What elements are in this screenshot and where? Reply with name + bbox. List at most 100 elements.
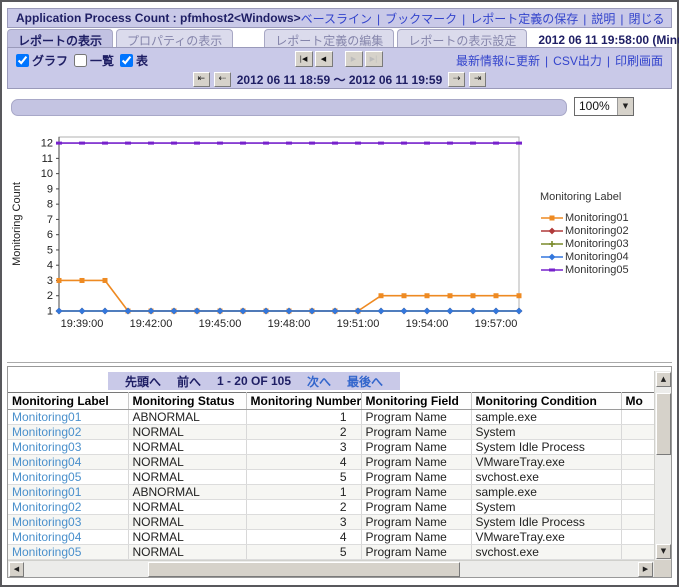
legend-item-Monitoring01: Monitoring01 [540,211,656,224]
link-separator: | [545,54,548,68]
toolbar-links: 最新情報に更新|CSV出力|印刷画面 [456,52,663,69]
link-separator: | [462,12,465,26]
monitoring-label-link[interactable]: Monitoring05 [8,470,128,485]
toolbar-link-1[interactable]: 最新情報に更新 [456,54,540,68]
table-region: 先頭へ 前へ 1 - 20 OF 105 次へ 最後へ Monitoring L… [7,366,672,578]
monitoring-label-link[interactable]: Monitoring05 [8,545,128,560]
monitoring-label-link[interactable]: Monitoring03 [8,515,128,530]
tab-1[interactable]: レポートの表示 [7,29,113,47]
monitoring-label-link[interactable]: Monitoring01 [8,485,128,500]
header-link-1[interactable]: ベースライン [301,12,372,26]
zoom-level-select[interactable]: 100% ▼ [574,97,634,116]
header-link-3[interactable]: レポート定義の保存 [470,12,578,26]
time-move-forward-button[interactable]: ⇢ [448,72,465,87]
monitoring-label-link[interactable]: Monitoring04 [8,530,128,545]
monitoring-label-link[interactable]: Monitoring04 [8,455,128,470]
page-last-button[interactable]: ▶| [365,51,383,67]
link-separator: | [620,12,623,26]
time-move-end-button[interactable]: ⇥ [469,72,486,87]
time-move-end-icon: ⇥ [474,74,482,84]
table-row: Monitoring01ABNORMAL1Program Namesample.… [8,485,654,500]
table-cell: 5 [246,470,361,485]
time-move-start-button[interactable]: ⇤ [193,72,210,87]
chart-zoom-row: 100% ▼ [7,97,672,117]
nav-gap [335,51,345,67]
toolbar-link-3[interactable]: 印刷画面 [615,54,663,68]
checkbox-group-2: 一覧 [74,52,114,69]
svg-text:9: 9 [47,183,53,195]
series-Monitoring05 [56,142,522,145]
table-cell: Program Name [361,470,471,485]
time-page-nav-buttons: |◀ ◀ ▶ ▶| [295,51,385,67]
table-cell: Program Name [361,545,471,560]
legend-marker-icon [540,226,564,236]
legend-item-Monitoring02: Monitoring02 [540,224,656,237]
tab-3[interactable]: レポート定義の編集 [264,29,394,47]
monitoring-label-link[interactable]: Monitoring01 [8,410,128,425]
checkbox-group-1: グラフ [16,52,68,69]
monitoring-label-link[interactable]: Monitoring02 [8,425,128,440]
table-cell: Program Name [361,500,471,515]
pagination-next[interactable]: 次へ [307,373,331,390]
table-cell [621,545,654,560]
table-cell: 2 [246,500,361,515]
scroll-down-icon[interactable]: ▼ [656,544,671,559]
scroll-right-icon[interactable]: ▶ [638,562,653,577]
legend-label: Monitoring02 [565,225,629,237]
page-next-button[interactable]: ▶ [345,51,363,67]
svg-text:19:51:00: 19:51:00 [337,318,380,330]
table-cell: 4 [246,455,361,470]
svg-text:19:45:00: 19:45:00 [199,318,242,330]
table-cell: Program Name [361,530,471,545]
table-cell: ABNORMAL [128,485,246,500]
table-row: Monitoring04NORMAL4Program NameVMwareTra… [8,530,654,545]
svg-text:3: 3 [47,275,53,287]
table-row: Monitoring02NORMAL2Program NameSystem [8,425,654,440]
table-cell: sample.exe [471,410,621,425]
table-row: Monitoring02NORMAL2Program NameSystem [8,500,654,515]
toolbar-row-timerange: ⇤ ⇠ 2012 06 11 18:59 ～ 2012 06 11 19:59 … [16,70,663,88]
table-cell: Program Name [361,455,471,470]
pagination-prev[interactable]: 前へ [177,373,201,390]
svg-text:7: 7 [47,214,53,226]
table-cell: Program Name [361,440,471,455]
scroll-up-icon[interactable]: ▲ [656,372,671,387]
scroll-left-icon[interactable]: ◀ [9,562,24,577]
chart-region: 12345678910111219:39:0019:42:0019:45:001… [7,117,672,363]
display-checkbox-1[interactable] [16,54,29,67]
horizontal-scroll-thumb[interactable] [148,562,460,577]
svg-text:8: 8 [47,199,53,211]
toolbar-row-main: グラフ一覧表 |◀ ◀ ▶ ▶| 最新情報に更新|CSV出力|印刷画面 [16,50,663,70]
header-link-2[interactable]: ブックマーク [385,12,457,26]
pagination-last[interactable]: 最後へ [347,373,383,390]
column-header-2: Monitoring Status [128,393,246,410]
monitoring-label-link[interactable]: Monitoring03 [8,440,128,455]
time-move-back-button[interactable]: ⇠ [214,72,231,87]
page-first-button[interactable]: |◀ [295,51,313,67]
table-cell: VMwareTray.exe [471,455,621,470]
horizontal-scrollbar[interactable]: ◀ ▶ [8,560,654,577]
header-link-5[interactable]: 閉じる [629,12,665,26]
app-window: Application Process Count : pfmhost2<Win… [7,8,672,581]
toolbar-link-2[interactable]: CSV出力 [553,54,602,68]
table-cell [621,425,654,440]
header-link-4[interactable]: 説明 [591,12,615,26]
tab-4[interactable]: レポートの表示設定 [397,29,527,47]
page-prev-button[interactable]: ◀ [315,51,333,67]
dropdown-arrow-icon[interactable]: ▼ [617,98,633,115]
display-checkbox-2[interactable] [74,54,87,67]
legend-item-Monitoring03: Monitoring03 [540,237,656,250]
monitoring-label-link[interactable]: Monitoring02 [8,500,128,515]
legend-marker-icon [540,213,564,223]
svg-text:19:54:00: 19:54:00 [406,318,449,330]
next-page-icon: ▶ [351,55,356,63]
pagination-first[interactable]: 先頭へ [125,373,161,390]
tab-2[interactable]: プロパティの表示 [116,29,233,47]
vertical-scroll-thumb[interactable] [656,393,671,455]
checkbox-group-3: 表 [120,52,148,69]
pagination-bar: 先頭へ 前へ 1 - 20 OF 105 次へ 最後へ [108,372,400,390]
column-header-3: Monitoring Number [246,393,361,410]
display-checkbox-3[interactable] [120,54,133,67]
table-row: Monitoring01ABNORMAL1Program Namesample.… [8,410,654,425]
vertical-scrollbar[interactable]: ▲ ▼ [654,371,671,560]
